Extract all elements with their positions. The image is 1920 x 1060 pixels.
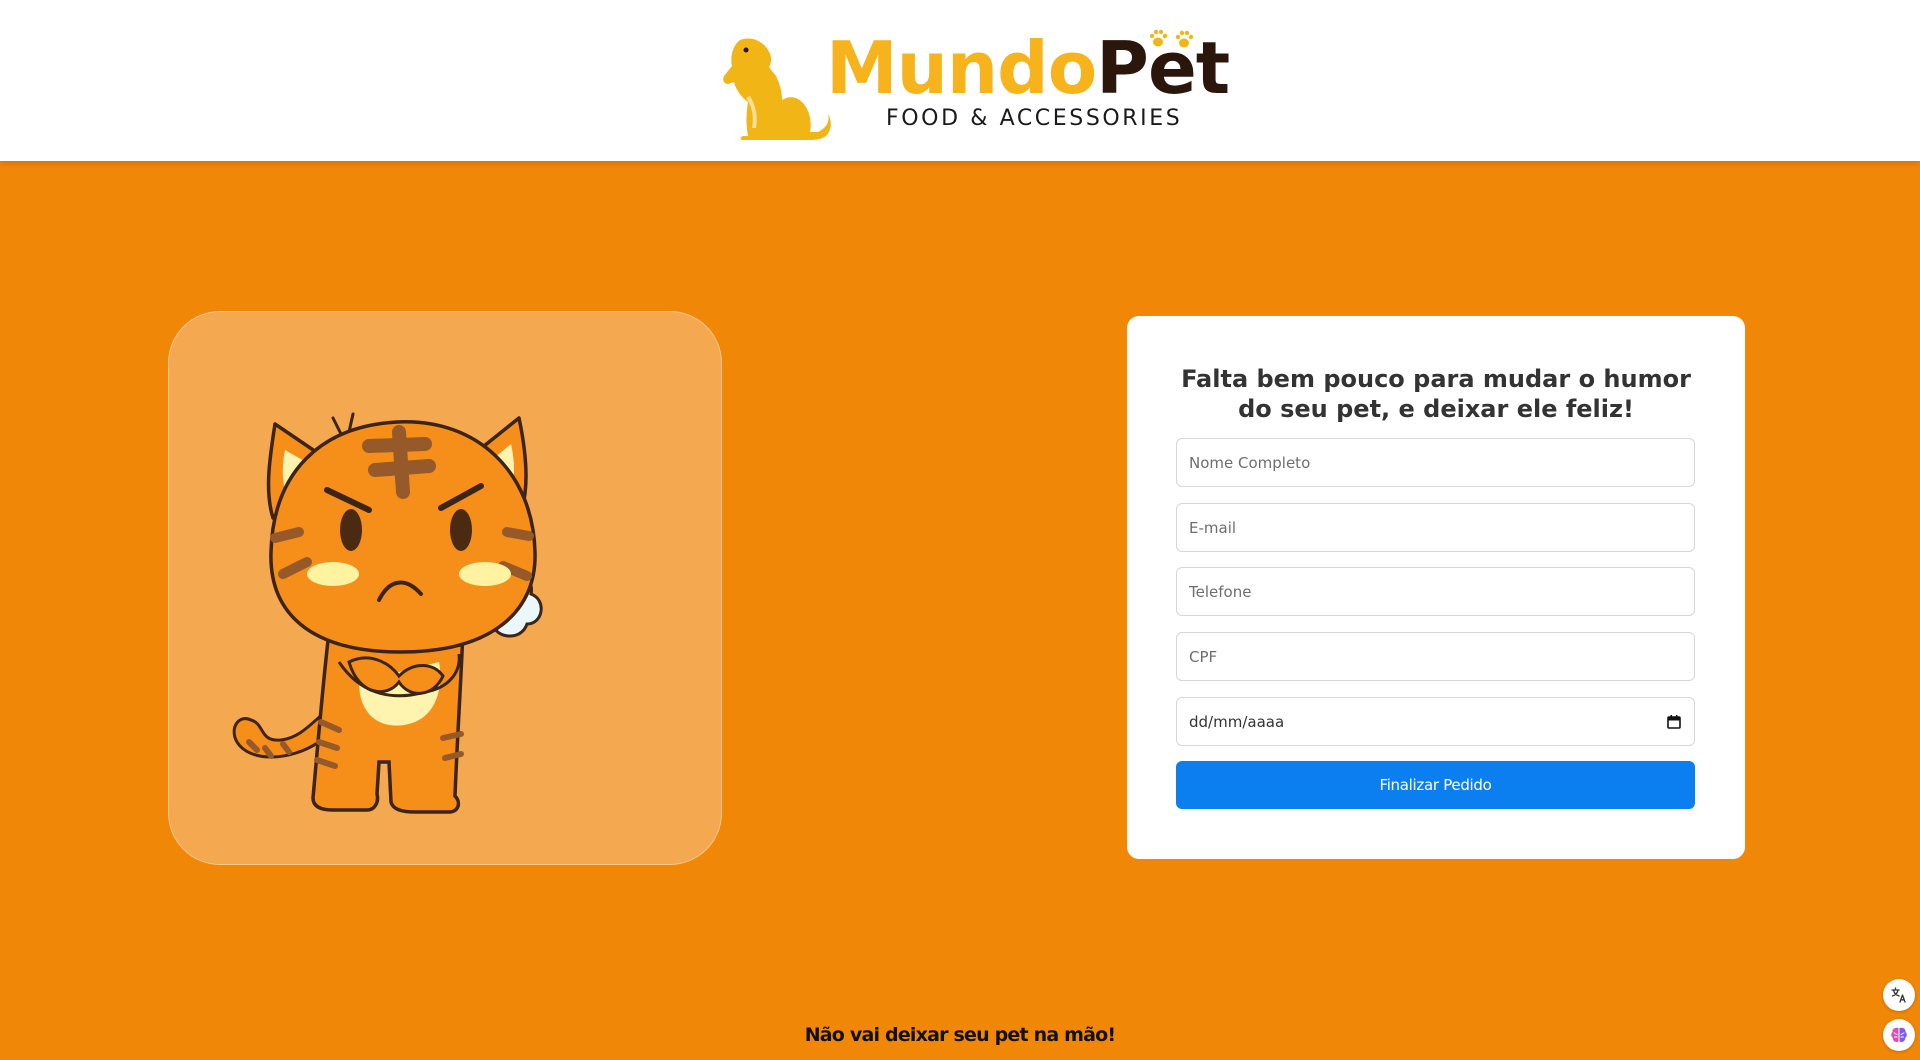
angry-tiger-cat-illustration — [232, 412, 543, 814]
mundopet-logo[interactable]: MundoPet FOOD & ACCESSORIES — [722, 26, 1230, 142]
calendar-icon[interactable] — [1666, 714, 1682, 730]
dog-icon — [723, 38, 831, 140]
translate-button[interactable] — [1883, 979, 1915, 1011]
brain-icon — [1891, 1027, 1907, 1043]
form-title: Falta bem pouco para mudar o humor do se… — [1181, 365, 1691, 423]
logo-word-mundo: Mundo — [826, 26, 1097, 110]
footer-tagline: Não vai deixar seu pet na mão! — [804, 1024, 1116, 1046]
assistant-button[interactable] — [1883, 1019, 1915, 1051]
hero-image-card — [168, 311, 722, 865]
logo-tagline: FOOD & ACCESSORIES — [886, 106, 1183, 131]
finalize-order-button[interactable]: Finalizar Pedido — [1176, 761, 1695, 809]
cpf-input[interactable] — [1176, 632, 1695, 681]
date-input[interactable]: dd/mm/aaaa — [1176, 697, 1695, 746]
paw-prints-icon — [1149, 29, 1194, 48]
checkout-form: Falta bem pouco para mudar o humor do se… — [1127, 316, 1745, 859]
phone-input[interactable] — [1176, 567, 1695, 616]
full-name-input[interactable] — [1176, 438, 1695, 487]
email-input[interactable] — [1176, 503, 1695, 552]
translate-icon — [1891, 987, 1906, 1003]
site-header: MundoPet FOOD & ACCESSORIES — [0, 0, 1920, 161]
date-input-placeholder: dd/mm/aaaa — [1189, 712, 1285, 731]
